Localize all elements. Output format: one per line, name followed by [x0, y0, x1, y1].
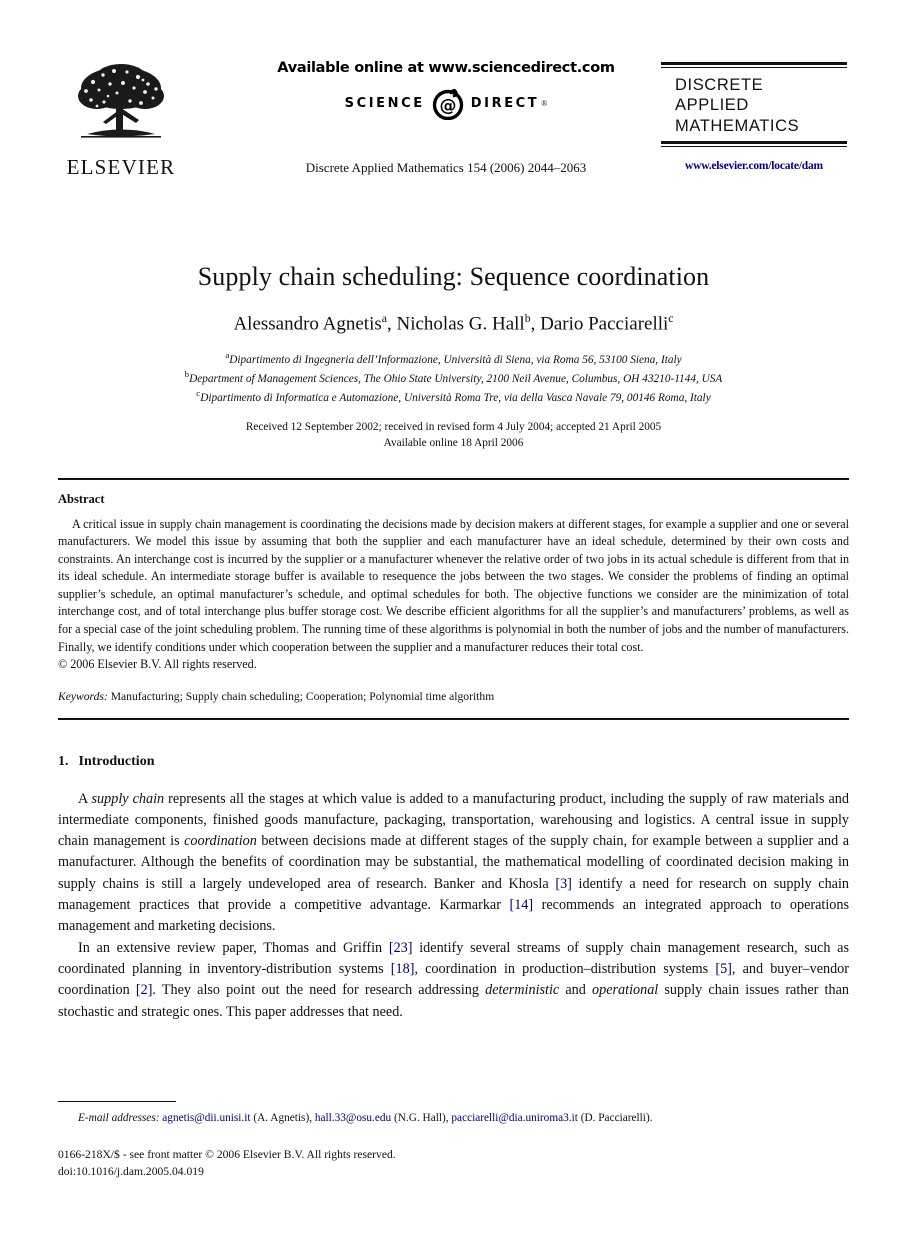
author-list: Alessandro Agnetisa, Nicholas G. Hallb, …: [233, 312, 674, 335]
sciencedirect-block: Available online at www.sciencedirect.co…: [246, 60, 646, 121]
body-text: . They also point out the need for resea…: [152, 982, 486, 999]
intro-paragraph-1: A supply chain represents all the stages…: [58, 789, 849, 938]
section-number: 1.: [58, 753, 69, 769]
journal-url-link[interactable]: www.elsevier.com/locate/dam: [661, 160, 847, 172]
email-person: (D. Pacciarelli).: [577, 1112, 653, 1125]
citation-link[interactable]: [3]: [555, 876, 572, 892]
emphasis-text: deterministic: [485, 982, 560, 999]
keywords: Keywords: Manufacturing; Supply chain sc…: [58, 690, 849, 703]
affiliation-list: aDipartimento di Ingegneria dell’Informa…: [58, 349, 849, 405]
available-online-date: Available online 18 April 2006: [383, 436, 524, 449]
journal-logo-bottom-rule-thin: [661, 146, 847, 148]
citation-link[interactable]: [2]: [136, 982, 153, 998]
journal-logo-line-3: MATHEMATICS: [675, 116, 800, 135]
email-person: (A. Agnetis),: [250, 1112, 315, 1125]
body-text: and: [559, 982, 593, 999]
email-footnote: E-mail addresses: agnetis@dii.unisi.it (…: [58, 1111, 849, 1127]
emphasis-text: operational: [592, 982, 659, 999]
abstract-heading: Abstract: [58, 491, 105, 506]
publication-dates: Received 12 September 2002; received in …: [58, 419, 849, 451]
affiliation-text: Dipartimento di Informatica e Automazion…: [200, 391, 711, 404]
elsevier-logo: ELSEVIER: [62, 58, 180, 180]
received-dates: Received 12 September 2002; received in …: [245, 420, 662, 433]
abstract-copyright: © 2006 Elsevier B.V. All rights reserved…: [58, 657, 257, 672]
email-link[interactable]: hall.33@osu.edu: [315, 1112, 391, 1124]
affiliation-text: Department of Management Sciences, The O…: [189, 372, 723, 385]
emphasis-text: supply chain: [91, 790, 165, 807]
email-link[interactable]: pacciarelli@dia.uniroma3.it: [451, 1112, 577, 1124]
affiliation-item: cDipartimento di Informatica e Automazio…: [58, 387, 849, 406]
emphasis-text: coordination: [184, 833, 257, 850]
journal-logo-line-1: DISCRETE: [675, 76, 764, 94]
body-text: , coordination in production–distributio…: [414, 960, 716, 977]
keywords-label: Keywords:: [58, 689, 108, 703]
available-online-text: Available online at www.sciencedirect.co…: [277, 60, 615, 76]
sciencedirect-left-word: SCIENCE: [344, 95, 425, 111]
affiliation-item: bDepartment of Management Sciences, The …: [58, 368, 849, 387]
footnote-rule: [58, 1101, 176, 1103]
page-title: Supply chain scheduling: Sequence coordi…: [197, 262, 710, 291]
section-heading-introduction: 1. Introduction: [58, 754, 849, 770]
citation-link[interactable]: [18]: [391, 961, 415, 977]
sciencedirect-at-icon: @: [431, 86, 465, 121]
keywords-value: Manufacturing; Supply chain scheduling; …: [107, 689, 495, 703]
journal-logo: DISCRETE APPLIED MATHEMATICS www.elsevie…: [661, 62, 847, 172]
author-name: Dario Pacciarelli: [540, 313, 669, 335]
citation-link[interactable]: [23]: [389, 940, 413, 956]
email-link[interactable]: agnetis@dii.unisi.it: [162, 1112, 250, 1124]
registered-trademark-icon: ®: [541, 98, 548, 108]
page-footer: E-mail addresses: agnetis@dii.unisi.it (…: [58, 1101, 849, 1180]
abstract-paragraph: A critical issue in supply chain managem…: [58, 516, 849, 654]
journal-reference: Discrete Applied Mathematics 154 (2006) …: [305, 160, 587, 175]
section-title: Introduction: [78, 753, 155, 769]
email-person: (N.G. Hall),: [391, 1112, 452, 1125]
intro-paragraph-2: In an extensive review paper, Thomas and…: [58, 938, 849, 1023]
author-name: Alessandro Agnetis: [233, 313, 382, 335]
elsevier-wordmark: ELSEVIER: [66, 155, 176, 179]
author-name: Nicholas G. Hall: [396, 313, 525, 335]
paper-page: ELSEVIER Available online at www.science…: [0, 0, 907, 1238]
journal-logo-bottom-rule-thick: [661, 141, 847, 145]
body-text: A: [78, 790, 92, 807]
masthead: ELSEVIER Available online at www.science…: [58, 0, 849, 208]
body-text: In an extensive review paper, Thomas and…: [78, 939, 389, 956]
affiliation-item: aDipartimento di Ingegneria dell’Informa…: [58, 349, 849, 368]
journal-logo-top-rule-thick: [661, 62, 847, 65]
citation-link[interactable]: [5]: [715, 961, 732, 977]
journal-logo-title: DISCRETE APPLIED MATHEMATICS: [661, 68, 847, 141]
imprint-block: 0166-218X/$ - see front matter © 2006 El…: [58, 1147, 849, 1180]
abstract-text: A critical issue in supply chain managem…: [58, 516, 849, 674]
issn-line: 0166-218X/$ - see front matter © 2006 El…: [58, 1148, 396, 1162]
elsevier-tree-icon: [78, 64, 164, 138]
author-affiliation-marker: b: [524, 312, 531, 325]
svg-text:@: @: [439, 96, 456, 116]
abstract-top-rule: [58, 477, 849, 480]
abstract-bottom-rule: [58, 717, 849, 720]
affiliation-text: Dipartimento di Ingegneria dell’Informaz…: [229, 354, 682, 367]
citation-link[interactable]: [14]: [509, 897, 533, 913]
sciencedirect-right-word: DIRECT: [470, 95, 540, 111]
sciencedirect-logo: SCIENCE @ DIRECT ®: [246, 86, 646, 121]
author-affiliation-marker: a: [381, 312, 387, 325]
title-block: Supply chain scheduling: Sequence coordi…: [58, 262, 849, 451]
journal-logo-line-2: APPLIED: [675, 96, 749, 115]
email-footnote-label: E-mail addresses:: [78, 1112, 163, 1125]
doi-line: doi:10.1016/j.dam.2005.04.019: [58, 1164, 204, 1178]
author-affiliation-marker: c: [668, 312, 674, 325]
